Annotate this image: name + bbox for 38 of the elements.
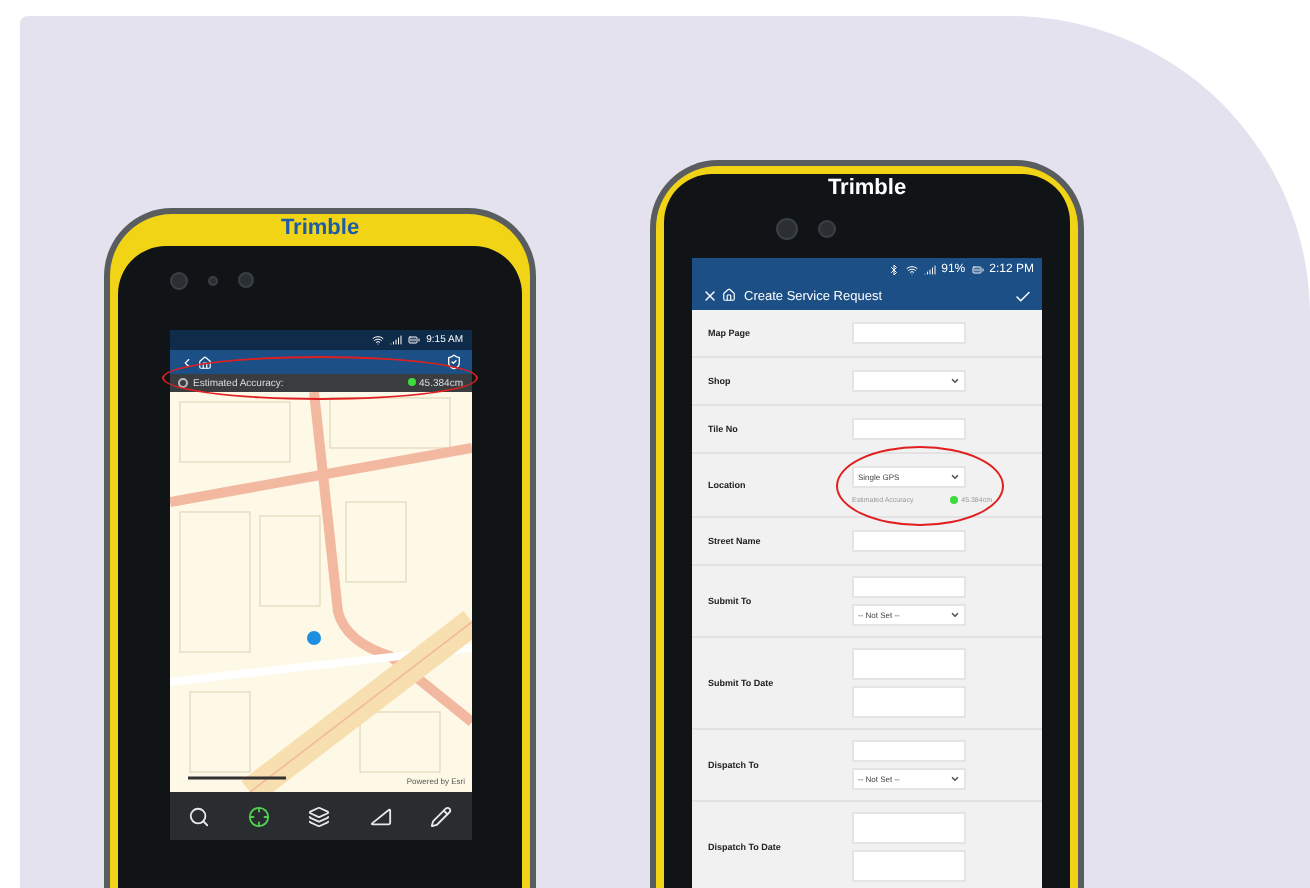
status-dot — [407, 378, 416, 387]
camera-lens — [170, 271, 188, 289]
chevron-down-icon — [950, 610, 960, 621]
home-icon — [722, 288, 736, 302]
close-icon — [702, 288, 718, 304]
camera-lens — [776, 217, 798, 239]
battery-icon — [408, 334, 421, 346]
camera-lens — [238, 272, 254, 288]
text-field[interactable] — [852, 530, 966, 553]
check-icon — [1014, 287, 1032, 305]
text-field[interactable] — [852, 576, 966, 599]
wifi-icon — [905, 264, 918, 276]
crosshair-icon[interactable] — [244, 801, 275, 831]
text-field[interactable] — [852, 740, 966, 763]
dropdown-field[interactable] — [852, 370, 966, 392]
text-field[interactable] — [852, 322, 966, 344]
bluetooth-icon — [887, 264, 900, 276]
signal-icon — [923, 264, 936, 276]
signal-icon — [390, 334, 403, 346]
brand-logo: Trimble — [278, 214, 362, 244]
text-field[interactable] — [852, 418, 966, 440]
layers-icon[interactable] — [304, 801, 335, 831]
date-field[interactable] — [852, 850, 966, 883]
home-icon — [197, 355, 211, 369]
battery-icon — [971, 264, 984, 276]
status-dot — [949, 496, 958, 505]
chevron-down-icon — [950, 472, 960, 482]
date-field[interactable] — [852, 812, 966, 845]
shield-check-icon — [445, 354, 461, 370]
sensor — [818, 219, 836, 237]
date-field[interactable] — [852, 648, 966, 681]
date-field[interactable] — [852, 686, 966, 719]
pencil-icon[interactable] — [425, 801, 456, 831]
back-icon — [179, 355, 193, 369]
wifi-icon — [372, 334, 385, 346]
chevron-down-icon — [950, 774, 960, 785]
chevron-down-icon — [950, 376, 960, 386]
sensor — [208, 275, 218, 285]
